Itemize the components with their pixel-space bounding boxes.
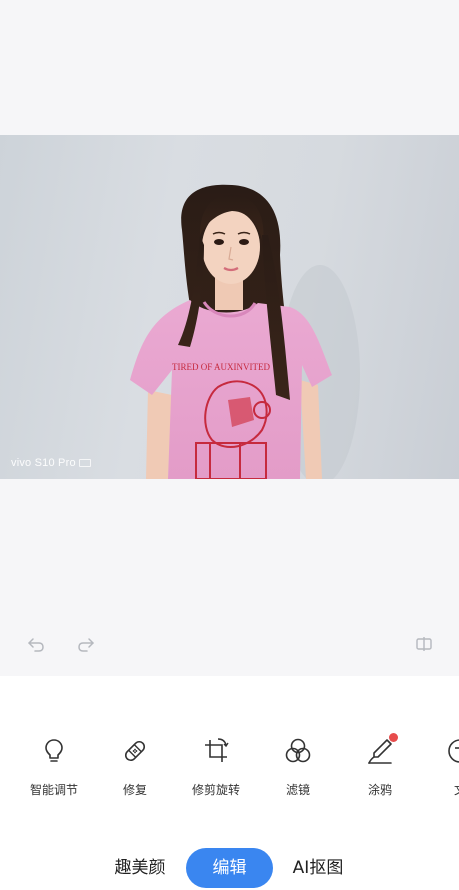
filter-circles-icon — [283, 736, 313, 766]
portrait-image: TIRED OF AUXINVITED — [130, 184, 360, 479]
photo-preview[interactable]: TIRED OF AUXINVITED vivo S10 Pro — [0, 135, 459, 479]
compare-button[interactable] — [414, 634, 434, 654]
tool-doodle[interactable]: 涂鸦 — [340, 733, 420, 806]
redo-button[interactable] — [76, 634, 96, 654]
undo-icon — [28, 638, 44, 652]
tool-label: 修复 — [122, 783, 147, 797]
tool-label: 智能调节 — [29, 783, 78, 797]
tool-label: 涂鸦 — [367, 783, 392, 797]
redo-icon — [78, 638, 94, 652]
tool-label: 滤镜 — [285, 783, 310, 797]
tool-repair[interactable]: 修复 — [95, 736, 175, 806]
tool-smart-adjust[interactable]: 智能调节 — [14, 736, 94, 806]
text-icon — [445, 736, 459, 766]
watermark-text: vivo S10 Pro — [11, 457, 76, 469]
mode-tabs[interactable]: 趣美颜 编辑 AI抠图 — [100, 848, 359, 888]
tool-text[interactable]: 文 — [420, 736, 459, 806]
watermark-badge-icon — [78, 459, 91, 468]
tab-ai-cutout[interactable]: AI抠图 — [280, 848, 356, 888]
camera-watermark: vivo S10 Pro — [11, 457, 91, 469]
brush-icon — [365, 733, 398, 766]
compare-icon — [416, 637, 432, 651]
tool-filter[interactable]: 滤镜 — [258, 736, 338, 806]
tab-edit[interactable]: 编辑 — [186, 848, 273, 888]
tool-crop-rotate[interactable]: 修剪旋转 — [176, 736, 256, 806]
tool-row[interactable]: 智能调节 修复 修剪旋转 滤镜 涂鸦 — [0, 733, 459, 806]
tool-label: 文 — [420, 781, 459, 798]
lightbulb-icon — [39, 736, 69, 766]
new-badge — [389, 733, 398, 742]
crop-rotate-icon — [201, 736, 231, 766]
photo-editor-screen: TIRED OF AUXINVITED vivo S10 Pro 智能调节 修复… — [0, 0, 459, 890]
bandage-icon — [120, 736, 150, 766]
undo-button[interactable] — [26, 634, 46, 654]
tool-label: 修剪旋转 — [191, 783, 240, 797]
tab-beauty[interactable]: 趣美颜 — [100, 848, 180, 888]
shirt-text: TIRED OF AUXINVITED — [172, 362, 270, 372]
